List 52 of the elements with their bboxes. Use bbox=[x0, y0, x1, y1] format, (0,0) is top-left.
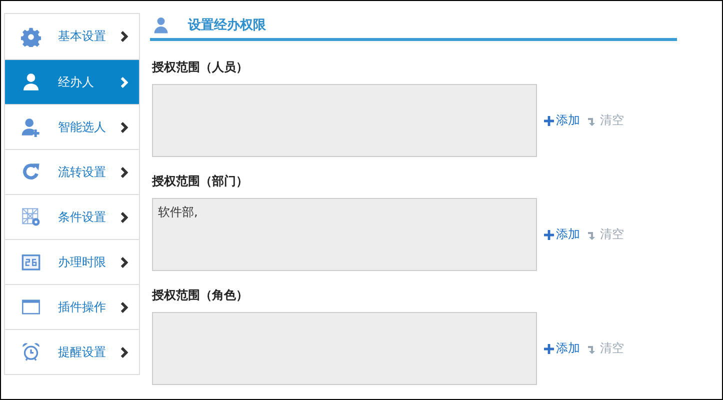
person-add-icon bbox=[21, 117, 41, 137]
sidebar-item[interactable]: 条件设置 bbox=[5, 194, 139, 239]
alarm-clock-icon bbox=[21, 342, 41, 362]
sidebar-item[interactable]: 经办人 bbox=[5, 59, 139, 104]
page-title: 设置经办权限 bbox=[188, 17, 266, 34]
item-label: 智能选人 bbox=[58, 118, 107, 136]
scope-field[interactable]: 软件部, bbox=[152, 198, 537, 271]
item-label: 经办人 bbox=[58, 74, 95, 90]
chevron-icon bbox=[120, 122, 129, 132]
clear-link[interactable]: 清空 bbox=[588, 340, 624, 357]
sidebar-item[interactable]: 智能选人 bbox=[5, 104, 139, 149]
chevron-icon bbox=[120, 212, 129, 222]
add-link[interactable]: 添加 bbox=[544, 112, 580, 129]
add-link[interactable]: 添加 bbox=[544, 340, 580, 357]
sidebar-item[interactable]: 提醒设置 bbox=[5, 329, 139, 374]
chevron-icon bbox=[120, 346, 129, 358]
sidebar-item[interactable]: 插件操作 bbox=[5, 284, 139, 329]
item-label: 流转设置 bbox=[58, 164, 107, 180]
gear-icon bbox=[21, 26, 41, 46]
item-label: 办理时限 bbox=[58, 254, 107, 270]
chevron-icon bbox=[120, 31, 129, 42]
clear-link[interactable]: 清空 bbox=[588, 226, 624, 243]
arrow-down-icon bbox=[588, 116, 598, 126]
arrow-down-icon bbox=[588, 344, 598, 354]
plus-icon bbox=[544, 344, 554, 354]
chevron-icon bbox=[120, 166, 129, 178]
plus-icon bbox=[544, 116, 554, 126]
sidebar-item[interactable]: 流转设置 bbox=[5, 149, 139, 194]
chevron-icon bbox=[120, 76, 129, 88]
item-label: 基本设置 bbox=[58, 28, 107, 45]
section-label: 授权范围（部门） bbox=[152, 173, 249, 190]
sidebar-item[interactable]: 办理时限 bbox=[5, 239, 139, 284]
item-label: 条件设置 bbox=[58, 208, 107, 226]
clear-link[interactable]: 清空 bbox=[588, 112, 624, 129]
scope-field[interactable] bbox=[152, 84, 537, 157]
item-label: 插件操作 bbox=[58, 298, 107, 316]
calendar-icon bbox=[21, 252, 41, 272]
refresh-icon bbox=[21, 162, 41, 182]
plus-icon bbox=[544, 230, 554, 240]
chevron-icon bbox=[120, 302, 129, 312]
scope-field[interactable] bbox=[152, 312, 537, 385]
add-link[interactable]: 添加 bbox=[544, 226, 580, 243]
chevron-icon bbox=[120, 256, 129, 268]
section-label: 授权范围（角色） bbox=[152, 287, 249, 304]
section-label: 授权范围（人员） bbox=[152, 59, 249, 76]
grid-gear-icon bbox=[21, 207, 41, 227]
item-label: 提醒设置 bbox=[58, 344, 107, 360]
person-icon bbox=[21, 72, 41, 92]
person-icon bbox=[152, 15, 170, 35]
window-icon bbox=[21, 297, 41, 317]
sidebar-item[interactable]: 基本设置 bbox=[5, 14, 139, 59]
arrow-down-icon bbox=[588, 230, 598, 240]
